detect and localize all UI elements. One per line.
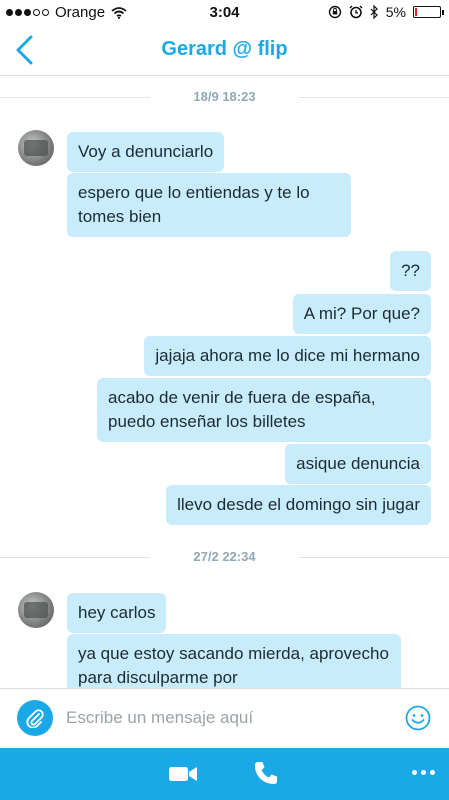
status-bar-right: 5% [328, 4, 444, 20]
message-bubble-incoming[interactable]: espero que lo entiendas y te lo tomes bi… [67, 173, 351, 237]
message-bubble-outgoing[interactable]: ?? [390, 251, 431, 291]
message-bubble-incoming[interactable]: ya que estoy sacando mierda, aprovecho p… [67, 634, 401, 688]
message-bubble-outgoing[interactable]: acabo de venir de fuera de españa, puedo… [97, 378, 431, 442]
alarm-icon [349, 5, 363, 19]
date-divider: 27/2 22:34 [0, 547, 449, 567]
call-action-bar [0, 748, 449, 800]
battery-icon [413, 6, 444, 18]
contact-avatar[interactable] [18, 592, 54, 628]
battery-percent: 5% [385, 4, 406, 20]
more-dots-icon [412, 770, 417, 775]
message-bubble-outgoing[interactable]: llevo desde el domingo sin jugar [166, 485, 431, 525]
message-bubble-outgoing[interactable]: jajaja ahora me lo dice mi hermano [144, 336, 431, 376]
status-bar: Orange 3:04 5% [0, 0, 449, 26]
contact-avatar[interactable] [18, 130, 54, 166]
attach-button[interactable] [17, 700, 53, 736]
message-composer: Escribe un mensaje aquí [0, 688, 449, 748]
message-bubble-outgoing[interactable]: asique denuncia [285, 444, 431, 484]
paperclip-icon [26, 709, 44, 728]
date-divider-label: 18/9 18:23 [193, 89, 256, 104]
message-bubble-outgoing[interactable]: A mi? Por que? [292, 294, 431, 334]
smiley-icon[interactable] [405, 705, 431, 731]
chat-header: Gerard @ flip [0, 26, 449, 76]
rotation-lock-icon [328, 5, 341, 19]
date-divider: 18/9 18:23 [0, 87, 449, 107]
more-options-button[interactable] [412, 770, 435, 775]
message-list[interactable]: 18/9 18:23 Voy a denunciarlo espero que … [0, 76, 449, 688]
conversation-title[interactable]: Gerard @ flip [0, 38, 449, 61]
message-bubble-incoming[interactable]: Voy a denunciarlo [67, 132, 225, 172]
message-input[interactable]: Escribe un mensaje aquí [66, 708, 253, 728]
bluetooth-icon [370, 5, 378, 19]
phone-icon[interactable] [253, 760, 279, 786]
date-divider-label: 27/2 22:34 [193, 549, 256, 564]
battery-level [415, 8, 417, 16]
video-camera-icon[interactable] [168, 764, 198, 784]
message-bubble-incoming[interactable]: hey carlos [67, 593, 167, 633]
